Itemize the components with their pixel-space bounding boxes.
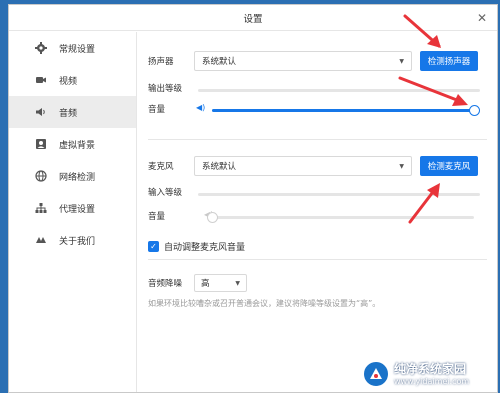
sidebar-item-about[interactable]: 关于我们	[9, 224, 136, 256]
watermark-title: 纯净系统家园	[394, 361, 467, 376]
speaker-icon	[35, 106, 47, 118]
speaker-label: 扬声器	[148, 57, 174, 67]
speaker-volume-row: 音量	[148, 103, 194, 115]
microphone-row: 麦克风 系统默认 ▼	[148, 156, 412, 176]
close-icon[interactable]: ✕	[477, 11, 487, 25]
sidebar-item-video[interactable]: 视频	[9, 64, 136, 96]
chevron-down-icon: ▼	[399, 57, 404, 65]
microphone-volume-row: 音量	[148, 210, 194, 222]
globe-icon	[35, 170, 47, 182]
microphone-device-select[interactable]: 系统默认 ▼	[194, 156, 412, 176]
auto-adjust-label: 自动调整麦克风音量	[164, 243, 246, 253]
watermark-url: www.yidaimei.com	[394, 376, 470, 386]
test-microphone-button[interactable]: 检测麦克风	[420, 156, 478, 176]
microphone-volume-thumb[interactable]	[206, 212, 218, 223]
noise-level-select[interactable]: 高 ▼	[194, 274, 247, 292]
chevron-down-icon: ▼	[235, 279, 240, 287]
output-level-row: 输出等级	[148, 82, 194, 94]
noise-row: 音频降噪 高 ▼	[148, 274, 247, 292]
sidebar-item-general[interactable]: 常规设置	[9, 32, 136, 64]
annotation-arrow-icon	[403, 14, 441, 48]
annotation-arrow-icon	[408, 183, 440, 224]
window-title: 设置	[243, 13, 263, 25]
input-level-row: 输入等级	[148, 186, 194, 198]
section-divider	[148, 259, 487, 260]
speaker-device-value: 系统默认	[202, 57, 237, 67]
sidebar: 常规设置 视频 音频 虚拟背景 网络检测 代理设置 关于我们	[9, 32, 137, 392]
auto-adjust-row: ✓ 自动调整麦克风音量	[148, 240, 245, 253]
sidebar-item-label: 视频	[59, 76, 78, 87]
sidebar-item-network-test[interactable]: 网络检测	[9, 160, 136, 192]
sidebar-item-audio[interactable]: 音频	[9, 96, 136, 128]
sidebar-item-label: 代理设置	[59, 204, 96, 215]
sidebar-item-label: 常规设置	[59, 44, 96, 55]
microphone-volume-label: 音量	[148, 212, 166, 222]
speaker-volume-icon: ◀)	[196, 103, 206, 112]
sidebar-item-proxy[interactable]: 代理设置	[9, 192, 136, 224]
user-portrait-icon	[35, 138, 47, 150]
noise-label: 音频降噪	[148, 279, 183, 289]
speaker-device-select[interactable]: 系统默认 ▼	[194, 51, 412, 71]
section-divider	[148, 139, 487, 140]
noise-level-value: 高	[201, 279, 210, 289]
sidebar-item-label: 虚拟背景	[59, 140, 96, 151]
sidebar-item-virtual-background[interactable]: 虚拟背景	[9, 128, 136, 160]
network-tree-icon	[35, 202, 47, 214]
noise-hint: 如果环境比较嘈杂或召开普通会议，建议将降噪等级设置为“高”。	[148, 299, 381, 308]
watermark: 纯净系统家园 www.yidaimei.com	[362, 357, 496, 391]
microphone-device-value: 系统默认	[202, 162, 237, 172]
microphone-label: 麦克风	[148, 162, 174, 172]
annotation-arrow-icon	[398, 76, 468, 106]
speaker-volume-label: 音量	[148, 105, 166, 115]
watermark-logo-icon	[362, 360, 390, 388]
output-level-label: 输出等级	[148, 84, 183, 94]
logo-icon	[35, 234, 47, 246]
auto-adjust-checkbox[interactable]: ✓	[148, 241, 159, 252]
sidebar-item-label: 网络检测	[59, 172, 96, 183]
video-camera-icon	[35, 74, 47, 86]
input-level-label: 输入等级	[148, 188, 183, 198]
sidebar-item-label: 音频	[59, 108, 78, 119]
speaker-row: 扬声器 系统默认 ▼	[148, 51, 412, 71]
gear-icon	[35, 42, 47, 54]
sidebar-item-label: 关于我们	[59, 236, 96, 247]
chevron-down-icon: ▼	[399, 162, 404, 170]
